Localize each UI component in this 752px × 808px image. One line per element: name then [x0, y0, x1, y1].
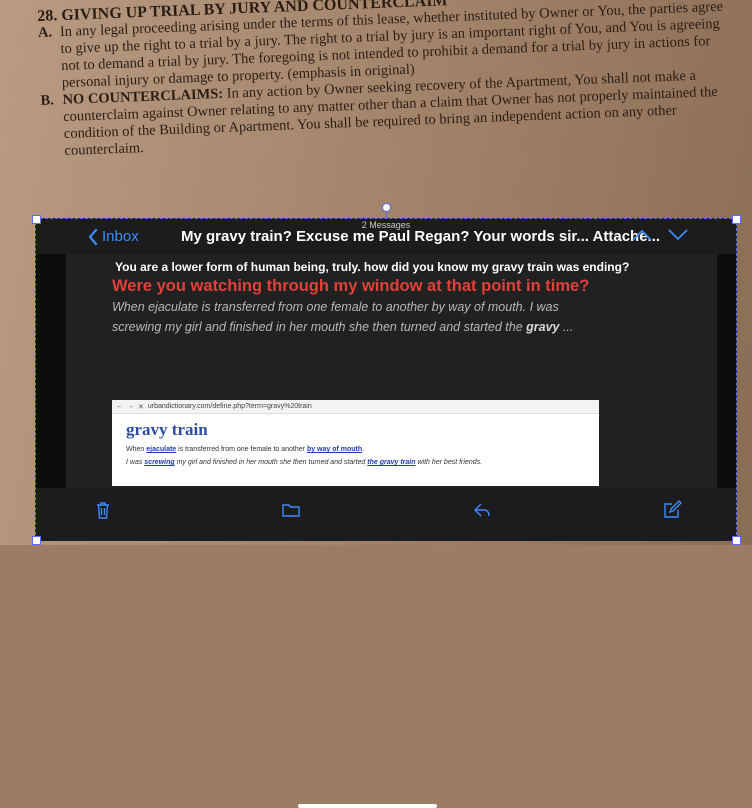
- resize-handle-tr[interactable]: [732, 215, 741, 224]
- ex-link-1: screwing: [144, 459, 175, 466]
- attachment-screenshot[interactable]: ← → ✕ urbandictionary.com/define.php?ter…: [112, 400, 599, 486]
- reply-icon[interactable]: [472, 500, 492, 520]
- browser-url: urbandictionary.com/define.php?term=grav…: [147, 403, 312, 410]
- close-icon: ✕: [138, 403, 144, 411]
- body-quote-bold: gravy: [526, 320, 560, 334]
- browser-bar: ← → ✕ urbandictionary.com/define.php?ter…: [112, 400, 599, 414]
- definition-text: When ejaculate is transferred from one f…: [126, 446, 586, 453]
- forward-arrow-icon: →: [127, 403, 134, 410]
- resize-handle-br[interactable]: [732, 536, 741, 545]
- body-quote-text: When ejaculate is transferred from one f…: [112, 300, 559, 334]
- paragraph-a-letter: A.: [37, 24, 53, 41]
- def-link-2: by way of mouth: [306, 446, 363, 453]
- back-label: Inbox: [102, 228, 139, 245]
- chevron-down-icon[interactable]: [668, 229, 688, 241]
- definition-page: gravy train When ejaculate is transferre…: [126, 420, 586, 466]
- def-prefix: When: [126, 446, 147, 453]
- home-indicator[interactable]: [298, 804, 437, 808]
- ex-prefix: I was: [126, 459, 145, 466]
- example-text: I was screwing my girl and finished in h…: [126, 459, 586, 466]
- paragraph-b-letter: B.: [40, 92, 55, 109]
- chevron-up-icon[interactable]: [632, 229, 652, 241]
- def-end: .: [362, 446, 365, 453]
- ex-link-2: the gravy train: [367, 459, 416, 466]
- resize-handle-tl[interactable]: [32, 215, 41, 224]
- chevron-left-icon: [88, 228, 98, 245]
- body-line-1: You are a lower form of human being, tru…: [115, 260, 630, 274]
- ex-mid: my girl and finished in her mouth she th…: [174, 459, 368, 466]
- folder-icon[interactable]: [281, 500, 301, 520]
- lease-document: 28. GIVING UP TRIAL BY JURY AND COUNTERC…: [37, 0, 742, 161]
- body-quote-ellipsis: ...: [559, 320, 574, 334]
- mail-toolbar: [36, 488, 736, 808]
- resize-handle-bl[interactable]: [32, 536, 41, 545]
- message-nav: [632, 229, 688, 241]
- back-button[interactable]: Inbox: [88, 228, 139, 245]
- mail-window: 2 Messages Inbox My gravy train? Excuse …: [35, 218, 737, 808]
- back-arrow-icon: ←: [116, 403, 123, 410]
- right-gutter: [717, 254, 736, 488]
- message-subject: My gravy train? Excuse me Paul Regan? Yo…: [181, 228, 661, 245]
- left-gutter: [36, 254, 66, 488]
- mail-header: 2 Messages Inbox My gravy train? Excuse …: [36, 219, 736, 254]
- body-line-2: Were you watching through my window at t…: [112, 277, 590, 295]
- rotate-handle[interactable]: [382, 203, 391, 212]
- definition-title: gravy train: [126, 420, 208, 439]
- def-link-1: ejaculate: [146, 446, 177, 453]
- trash-icon[interactable]: [93, 500, 113, 520]
- ex-end: with her best friends.: [415, 459, 483, 466]
- def-mid: is transferred from one female to anothe…: [176, 446, 307, 453]
- compose-icon[interactable]: [662, 500, 682, 520]
- body-quote: When ejaculate is transferred from one f…: [112, 297, 602, 337]
